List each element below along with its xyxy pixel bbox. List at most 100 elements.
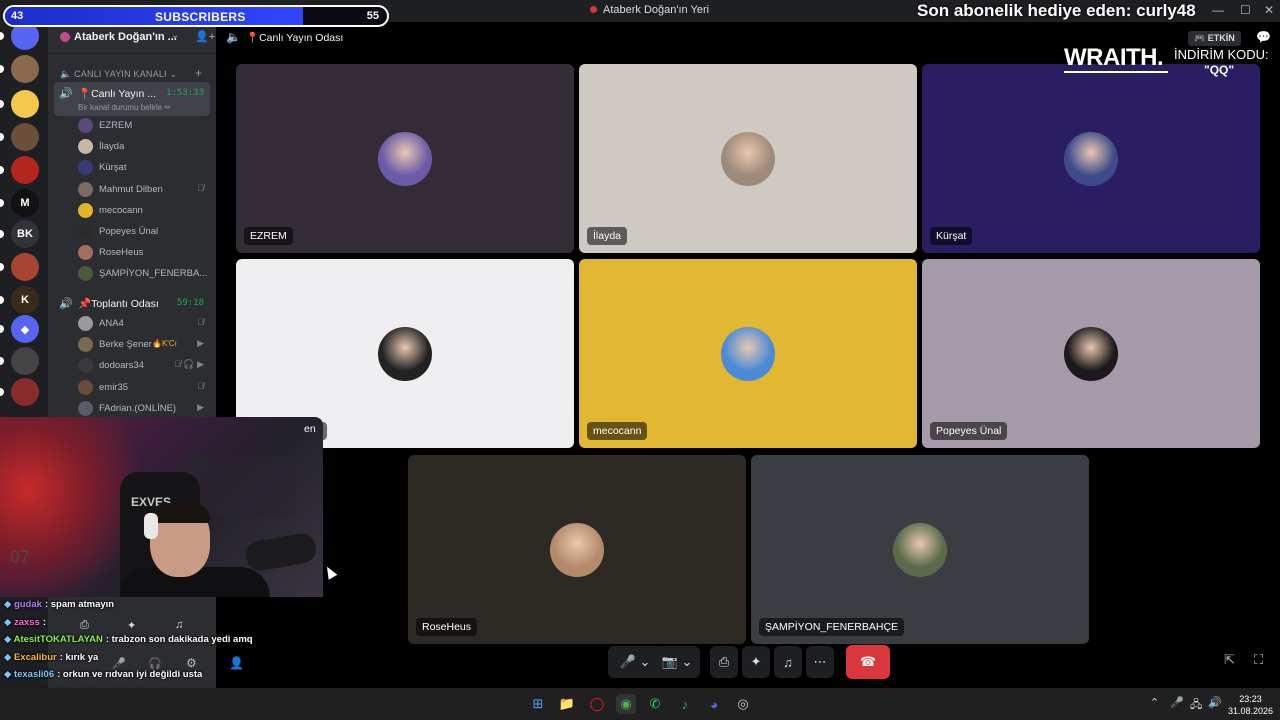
- voice-user[interactable]: İlayda: [78, 137, 208, 157]
- participant-tile[interactable]: Popeyes Ünal: [922, 259, 1260, 448]
- server-icon[interactable]: M: [11, 189, 39, 217]
- network-icon[interactable]: 🖧: [1190, 696, 1202, 715]
- chat-badge-icon: ◆: [4, 669, 14, 680]
- unread-pill: [0, 388, 4, 396]
- server-icon[interactable]: K: [11, 286, 39, 314]
- voice-user-name: ŞAMPİYON_FENERBA...: [99, 268, 208, 280]
- voice-user[interactable]: Popeyes Ünal: [78, 222, 208, 242]
- chrome-icon[interactable]: ◉: [616, 694, 636, 714]
- server-icon[interactable]: [11, 156, 39, 184]
- file-explorer-icon[interactable]: 📁: [557, 694, 577, 714]
- whatsapp-icon[interactable]: ✆: [645, 694, 665, 714]
- voice-user[interactable]: FAdrian.(ONLİNE) ▶: [78, 399, 208, 419]
- unread-pill: [0, 65, 4, 73]
- opera-icon[interactable]: ◯: [587, 694, 607, 714]
- create-channel-plus-icon[interactable]: +: [195, 66, 202, 80]
- participant-tile[interactable]: RoseHeus: [408, 455, 746, 644]
- server-icon[interactable]: [11, 347, 39, 375]
- minimize-button[interactable]: —: [1212, 3, 1224, 17]
- user-status-icon: 🎙̸: [197, 182, 204, 193]
- voice-user-name: RoseHeus: [99, 247, 144, 259]
- speaker-icon: 🔊: [59, 298, 73, 310]
- window-title-text: Ataberk Doğan'ın Yeri: [603, 4, 710, 16]
- chevron-down-icon[interactable]: ⌄: [171, 30, 179, 41]
- server-icon[interactable]: [11, 90, 39, 118]
- voice-user[interactable]: EZREM: [78, 116, 208, 136]
- activities-button[interactable]: ✦: [742, 646, 770, 678]
- server-icon[interactable]: [11, 123, 39, 151]
- participant-tile[interactable]: mecocann: [579, 259, 917, 448]
- server-icon[interactable]: ◆: [11, 315, 39, 343]
- participant-tile[interactable]: İlayda: [579, 64, 917, 253]
- voice-channel-live[interactable]: 🔊 📍Canlı Yayın ... 1:53:33 Bir kanal dur…: [54, 82, 210, 116]
- subscriber-count: 43: [11, 10, 24, 22]
- soundboard-button[interactable]: ♫: [774, 646, 802, 678]
- voice-user-name: dodoars34: [99, 360, 144, 372]
- category-label[interactable]: 🔈 CANLI YAYIN KANALI ⌄: [60, 69, 177, 80]
- server-icon[interactable]: [11, 253, 39, 281]
- taskbar-clock[interactable]: 23:23 31.08.2026: [1228, 693, 1273, 717]
- voice-user[interactable]: ANA4 🎙̸: [78, 314, 208, 334]
- participant-name: ŞAMPİYON_FENERBAHÇE: [759, 618, 905, 636]
- maximize-button[interactable]: ☐: [1240, 3, 1251, 17]
- close-button[interactable]: ✕: [1264, 3, 1274, 17]
- unread-pill: [0, 133, 4, 141]
- fullscreen-icon[interactable]: ⛶: [1254, 652, 1263, 668]
- voice-user[interactable]: Berke Şener 🔥K'Cı ▶: [78, 335, 208, 355]
- chat-badge-icon: ◆: [4, 599, 14, 610]
- channel-status[interactable]: Bir kanal durumu belirle ✏: [78, 103, 171, 112]
- headset-icon: [144, 513, 158, 539]
- settings-gear-icon[interactable]: ⚙: [186, 656, 197, 670]
- spotify-icon[interactable]: ♪: [675, 694, 695, 714]
- server-icon[interactable]: [11, 378, 39, 406]
- soundboard-icon[interactable]: ♫: [175, 619, 183, 631]
- leave-call-button[interactable]: ☎: [846, 645, 890, 679]
- avatar: [78, 316, 93, 331]
- start-menu-icon[interactable]: ⊞: [528, 694, 548, 714]
- unread-pill: [0, 100, 4, 108]
- subscriber-goal: 55: [366, 10, 379, 22]
- voice-channel-meeting[interactable]: 🔊 📌Toplantı Odası 59:18: [54, 292, 210, 314]
- tray-mic-icon[interactable]: 🎤: [1170, 696, 1184, 709]
- channel-timer: 59:18: [176, 298, 204, 308]
- more-button[interactable]: ⋯: [806, 646, 834, 678]
- gift-sub-banner: Son abonelik hediye eden: curly48: [917, 1, 1196, 20]
- volume-icon[interactable]: 🔊: [1208, 696, 1222, 709]
- screen-share-button[interactable]: ⎙: [710, 646, 738, 678]
- voice-user[interactable]: emir35 🎙̸: [78, 378, 208, 398]
- chat-username: gudak: [13, 599, 42, 610]
- popout-icon[interactable]: ⇱: [1224, 652, 1235, 668]
- unread-pill: [0, 230, 4, 238]
- camera-button[interactable]: 📷 ⌄: [654, 646, 700, 678]
- soundboard-icon: ♫: [783, 654, 793, 670]
- activities-icon[interactable]: ✦: [127, 619, 136, 632]
- discord-icon[interactable]: ◕: [704, 694, 724, 714]
- voice-user-name: FAdrian.(ONLİNE): [99, 402, 177, 414]
- voice-user[interactable]: dodoars34 🎙̸ 🎧 ▶: [78, 356, 208, 376]
- activities-icon: ✦: [750, 654, 762, 669]
- add-user-icon[interactable]: 👤+: [195, 30, 215, 43]
- voice-user[interactable]: RoseHeus: [78, 243, 208, 263]
- user-status-icon: ▶: [197, 338, 204, 349]
- participant-name: Popeyes Ünal: [930, 422, 1008, 440]
- participant-avatar: [721, 131, 775, 186]
- server-icon[interactable]: BK: [11, 220, 39, 248]
- voice-user[interactable]: ŞAMPİYON_FENERBA...: [78, 264, 208, 284]
- participant-tile[interactable]: EZREM: [236, 64, 574, 253]
- voice-user[interactable]: mecocann: [78, 201, 208, 221]
- activity-badge[interactable]: 🎮 ETKİN: [1188, 31, 1241, 46]
- screen-share-icon[interactable]: ⎙: [80, 619, 89, 632]
- participant-tile[interactable]: Kürşat: [922, 64, 1260, 253]
- add-friend-icon[interactable]: 👤: [229, 656, 244, 670]
- participant-tile[interactable]: ŞAMPİYON_FENERBAHÇE: [751, 455, 1089, 644]
- obs-icon[interactable]: ◎: [733, 694, 753, 714]
- chat-bubble-icon[interactable]: 💬: [1256, 30, 1271, 44]
- voice-user[interactable]: Kürşat: [78, 158, 208, 178]
- chat-message: ◆ texasli06: orkun ve rıdvan iyi değildi…: [4, 669, 202, 680]
- partial-tile-name: en: [304, 423, 316, 435]
- tray-expand-icon[interactable]: ⌃: [1150, 696, 1159, 709]
- call-area: 🔈 📍Canlı Yayın Odası 🎮 ETKİN 💬 EZREM İlay…: [216, 22, 1280, 698]
- voice-user-name: Popeyes Ünal: [99, 226, 159, 237]
- server-icon[interactable]: [11, 55, 39, 83]
- voice-user[interactable]: Mahmut Dilben 🎙̸: [78, 180, 208, 200]
